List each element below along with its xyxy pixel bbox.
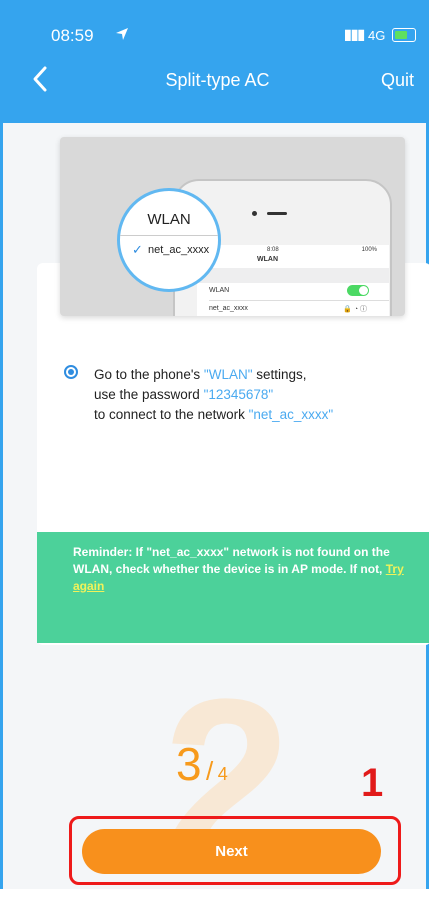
magnifier-title: WLAN <box>147 211 191 228</box>
instruction-text: Go to the phone's "WLAN" settings, use t… <box>94 367 334 422</box>
checkmark-icon: ✓ <box>132 242 143 257</box>
annotation-number: 1 <box>361 761 384 805</box>
network-type: 4G <box>368 28 386 43</box>
screen-title: WLAN <box>257 256 278 263</box>
radio-selected-icon <box>64 365 78 379</box>
next-button[interactable]: Next <box>82 829 381 874</box>
quit-button[interactable]: Quit <box>381 70 414 91</box>
wifi-lock-icon: 🔒 ◔ ⓘ <box>343 306 367 313</box>
magnifier-bubble: WLAN ✓ net_ac_xxxx <box>117 188 221 292</box>
page-title: Split-type AC <box>165 70 270 90</box>
step-total: 4 <box>217 764 228 784</box>
reminder-text: Reminder: If "net_ac_xxxx" network is no… <box>73 545 404 593</box>
status-time: 08:59 <box>51 26 94 45</box>
screen-network-row: net_ac_xxxx <box>209 305 248 312</box>
step-current: 3 <box>176 738 202 790</box>
magnifier-network: net_ac_xxxx <box>148 244 210 256</box>
app-frame: 08:59 ▮▮▮ 4G Split-type AC Quit 8:08 100… <box>0 0 429 895</box>
signal-icon: ▮▮▮ <box>344 26 365 42</box>
screen-time: 8:08 <box>267 247 279 253</box>
battery-icon <box>392 28 416 42</box>
screen-battery: 100% <box>361 247 377 253</box>
reminder-panel: Reminder: If "net_ac_xxxx" network is no… <box>37 532 429 643</box>
location-arrow-icon <box>116 28 128 40</box>
step-progress: 3 / 4 <box>176 737 228 791</box>
step-separator: / <box>206 756 214 786</box>
top-bar: 08:59 ▮▮▮ 4G Split-type AC Quit <box>3 0 429 123</box>
screen-wlan-row: WLAN <box>209 287 230 294</box>
toggle-icon <box>347 285 369 296</box>
wlan-illustration: 8:08 100% WLAN WLAN net_ac_xxxx 🔒 ◔ ⓘ WL… <box>60 137 405 316</box>
phone-screen: 8:08 100% WLAN WLAN net_ac_xxxx 🔒 ◔ ⓘ <box>197 245 389 316</box>
